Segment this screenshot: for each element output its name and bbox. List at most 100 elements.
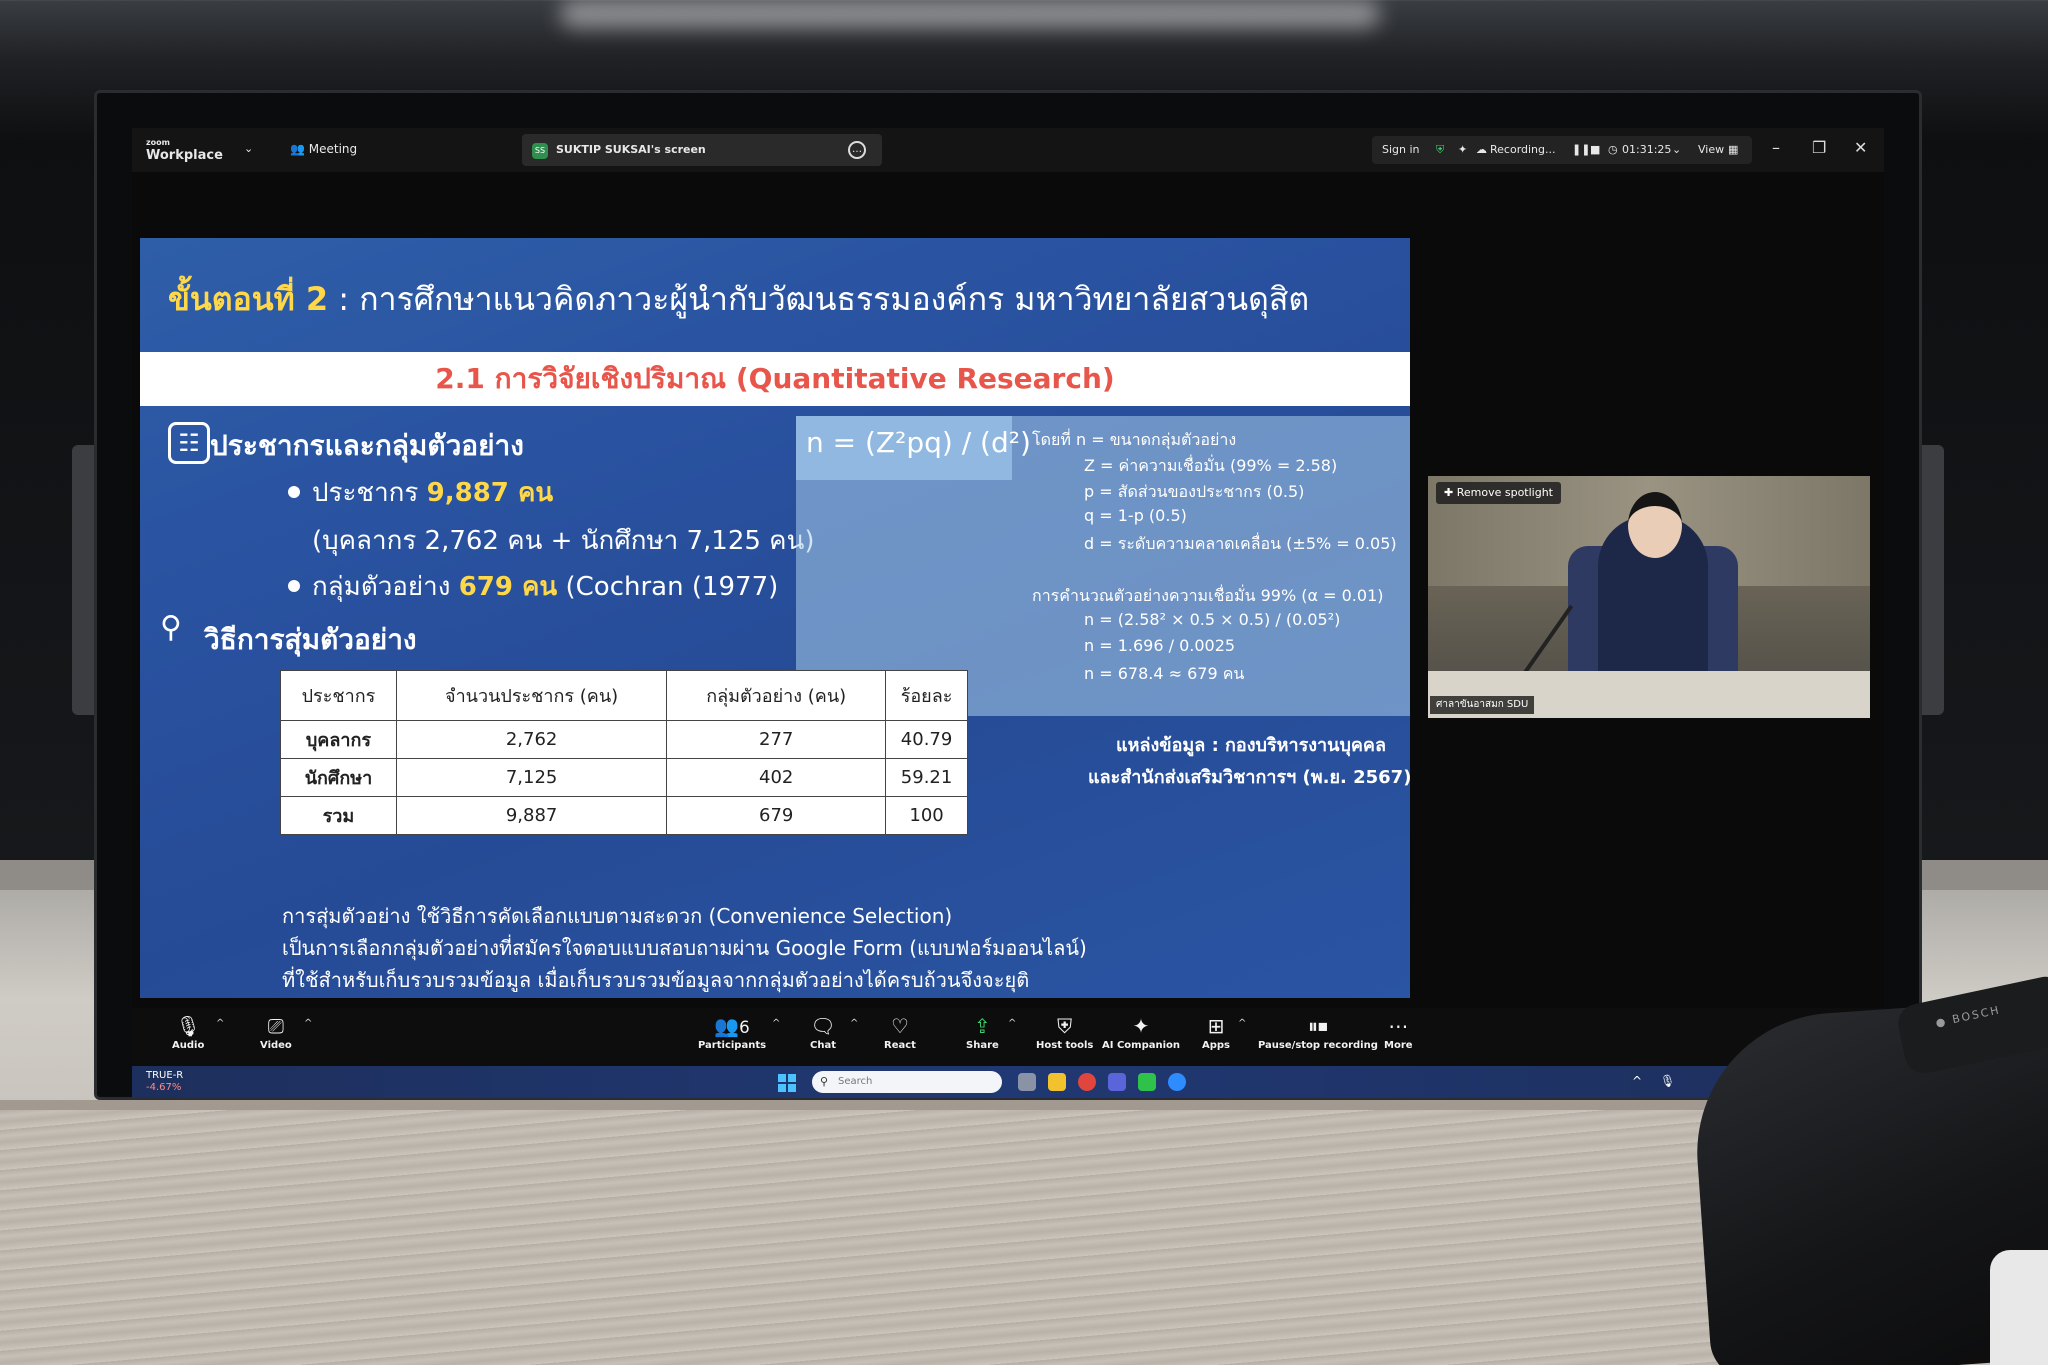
restore-icon[interactable]: ❐: [1812, 138, 1826, 157]
table-header: กลุ่มตัวอย่าง (คน): [666, 670, 887, 721]
participants-button[interactable]: 👥6 Participants: [698, 1012, 766, 1051]
audio-button[interactable]: 🎙 Audio: [172, 1012, 204, 1051]
table-row: รวม 9,887 679 100: [280, 796, 968, 835]
remove-spotlight-button[interactable]: ✚ Remove spotlight: [1436, 482, 1561, 504]
stop-icon[interactable]: ■: [1590, 143, 1600, 156]
windows-taskbar: TRUE-R -4.67% ⚲ Search ^ 🎙: [132, 1066, 1884, 1098]
conference-microphone-panel: [1990, 1250, 2048, 1365]
zoom-app-icon[interactable]: [1168, 1073, 1186, 1091]
windows-start-icon[interactable]: [778, 1074, 796, 1092]
zoom-title-bar: zoom Workplace ⌄ 👥 Meeting SS SUKTIP SUK…: [132, 128, 1884, 172]
chat-options-caret-icon[interactable]: ^: [850, 1018, 858, 1029]
population-value: 9,887 คน: [426, 478, 554, 508]
apps-button[interactable]: ⊞ Apps: [1202, 1012, 1230, 1051]
table-cell: 7,125: [395, 758, 668, 797]
section-sampling-heading: วิธีการสุ่มตัวอย่าง: [204, 623, 417, 656]
more-label: More: [1384, 1040, 1413, 1051]
section-banner: 2.1 การวิจัยเชิงปริมาณ (Quantitative Res…: [140, 352, 1410, 406]
zoom-toolbar: 🎙 Audio ^ ⎚ Video ^ 👥6 Participants ^ 🗨 Chat…: [132, 1008, 1884, 1066]
sparkle-icon[interactable]: ✦: [1458, 143, 1467, 156]
view-button[interactable]: View: [1698, 143, 1724, 156]
share-label: Share: [966, 1040, 999, 1051]
table-header: ประชากร: [280, 670, 397, 721]
table-cell: 9,887: [395, 796, 668, 835]
heart-icon: ♡: [891, 1014, 909, 1038]
section-population-heading: ประชากรและกลุ่มตัวอย่าง: [210, 429, 524, 462]
participants-options-caret-icon[interactable]: ^: [772, 1018, 780, 1029]
participants-icon: 👥6: [714, 1014, 750, 1038]
shared-screen-tab[interactable]: SS SUKTIP SUKSAI's screen …: [522, 134, 882, 166]
apps-options-caret-icon[interactable]: ^: [1238, 1018, 1246, 1029]
task-view-icon[interactable]: [1018, 1073, 1036, 1091]
sign-in-link[interactable]: Sign in: [1382, 143, 1420, 156]
share-options-caret-icon[interactable]: ^: [1008, 1018, 1016, 1029]
table-cell: 277: [666, 720, 887, 759]
ai-companion-button[interactable]: ✦ AI Companion: [1102, 1012, 1180, 1051]
react-button[interactable]: ♡ React: [884, 1012, 916, 1051]
video-button[interactable]: ⎚ Video: [260, 1012, 292, 1051]
teams-icon[interactable]: [1108, 1073, 1126, 1091]
sample-reference: (Cochran (1977): [557, 572, 779, 602]
pause-icon[interactable]: ❚❚: [1572, 143, 1590, 156]
view-grid-icon[interactable]: ▦: [1728, 143, 1738, 156]
taskbar-search-input[interactable]: ⚲ Search: [812, 1071, 1002, 1093]
close-icon[interactable]: ✕: [1854, 138, 1867, 157]
table-header: ร้อยละ: [885, 670, 968, 721]
timer-chevron-icon[interactable]: ⌄: [1672, 143, 1681, 156]
participant-name-tag: ศาลาขันอาสมก SDU: [1430, 696, 1535, 714]
formula-definition: p = สัดส่วนของประชากร (0.5): [1084, 482, 1305, 501]
formula-definition: โดยที่ n = ขนาดกลุ่มตัวอย่าง: [1032, 430, 1237, 449]
formula: n = (Z²pq) / (d²): [806, 426, 1031, 459]
shield-icon: ⛨: [1057, 1014, 1073, 1038]
slide-step: ขั้นตอนที่ 2: [168, 280, 329, 318]
chat-label: Chat: [810, 1040, 836, 1051]
calculation-heading: การคำนวณตัวอย่างความเชื่อมั่น 99% (α = 0…: [1032, 586, 1384, 605]
table-cell: 679: [666, 796, 887, 835]
host-tools-button[interactable]: ⛨ Host tools: [1036, 1012, 1093, 1051]
pause-recording-button[interactable]: ⏸⏹ Pause/stop recording: [1258, 1012, 1378, 1051]
minimize-icon[interactable]: –: [1772, 138, 1780, 157]
people-icon: ☷: [168, 422, 210, 464]
shared-screen-label: SUKTIP SUKSAI's screen: [556, 143, 706, 156]
slide-title-text: : การศึกษาแนวคิดภาวะผู้นำกับวัฒนธรรมองค์…: [328, 280, 1310, 318]
formula-definition: Z = ค่าความเชื่อมั่น (99% = 2.58): [1084, 456, 1338, 475]
sparkle-icon: ✦: [1132, 1014, 1150, 1038]
population-label: ประชากร: [312, 478, 427, 508]
calculation-step: n = (2.58² × 0.5 × 0.5) / (0.05²): [1084, 610, 1341, 629]
stock-widget[interactable]: TRUE-R -4.67%: [146, 1070, 183, 1094]
tray-chevron-icon[interactable]: ^: [1632, 1074, 1642, 1088]
share-button[interactable]: ⇪ Share: [966, 1012, 999, 1051]
chat-button[interactable]: 🗨 Chat: [810, 1012, 836, 1051]
more-icon: ⋯: [1388, 1014, 1409, 1038]
search-icon: ⚲: [820, 1075, 829, 1088]
react-label: React: [884, 1040, 916, 1051]
table-row: นักศึกษา 7,125 402 59.21: [280, 758, 968, 797]
tray-microphone-icon[interactable]: 🎙: [1660, 1074, 1675, 1088]
participants-label: Participants: [698, 1040, 767, 1051]
cloud-icon: ☁: [1476, 143, 1487, 156]
spotlight-video[interactable]: ✚ Remove spotlight ศาลาขันอาสมก SDU: [1428, 476, 1870, 718]
more-options-icon[interactable]: …: [848, 141, 866, 159]
video-options-caret-icon[interactable]: ^: [304, 1018, 312, 1029]
screen: zoom Workplace ⌄ 👥 Meeting SS SUKTIP SUK…: [132, 128, 1902, 1098]
meeting-tab[interactable]: 👥 Meeting: [290, 142, 357, 156]
chrome-icon[interactable]: [1078, 1073, 1096, 1091]
table-cell: บุคลากร: [280, 720, 397, 759]
audio-options-caret-icon[interactable]: ^: [216, 1018, 224, 1029]
sampling-search-icon: ⚲: [160, 610, 182, 645]
source-line: แหล่งข้อมูล : กองบริหารงานบุคคล: [1116, 735, 1386, 756]
more-button[interactable]: ⋯ More: [1384, 1012, 1413, 1051]
sample-label: กลุ่มตัวอย่าง: [312, 572, 459, 602]
bullet-icon: [288, 486, 300, 498]
chevron-down-icon[interactable]: ⌄: [244, 142, 253, 155]
line-icon[interactable]: [1138, 1073, 1156, 1091]
sharer-avatar: SS: [532, 143, 548, 159]
table-row: บุคลากร 2,762 277 40.79: [280, 720, 968, 759]
table-header: จำนวนประชากร (คน): [395, 670, 668, 721]
stock-change: -4.67%: [146, 1082, 182, 1093]
shield-icon[interactable]: ⛨: [1436, 143, 1444, 157]
shared-slide: ขั้นตอนที่ 2 : การศึกษาแนวคิดภาวะผู้นำกั…: [140, 238, 1410, 998]
audio-label: Audio: [172, 1040, 205, 1051]
zoom-logo[interactable]: zoom Workplace: [146, 136, 223, 162]
file-explorer-icon[interactable]: [1048, 1073, 1066, 1091]
